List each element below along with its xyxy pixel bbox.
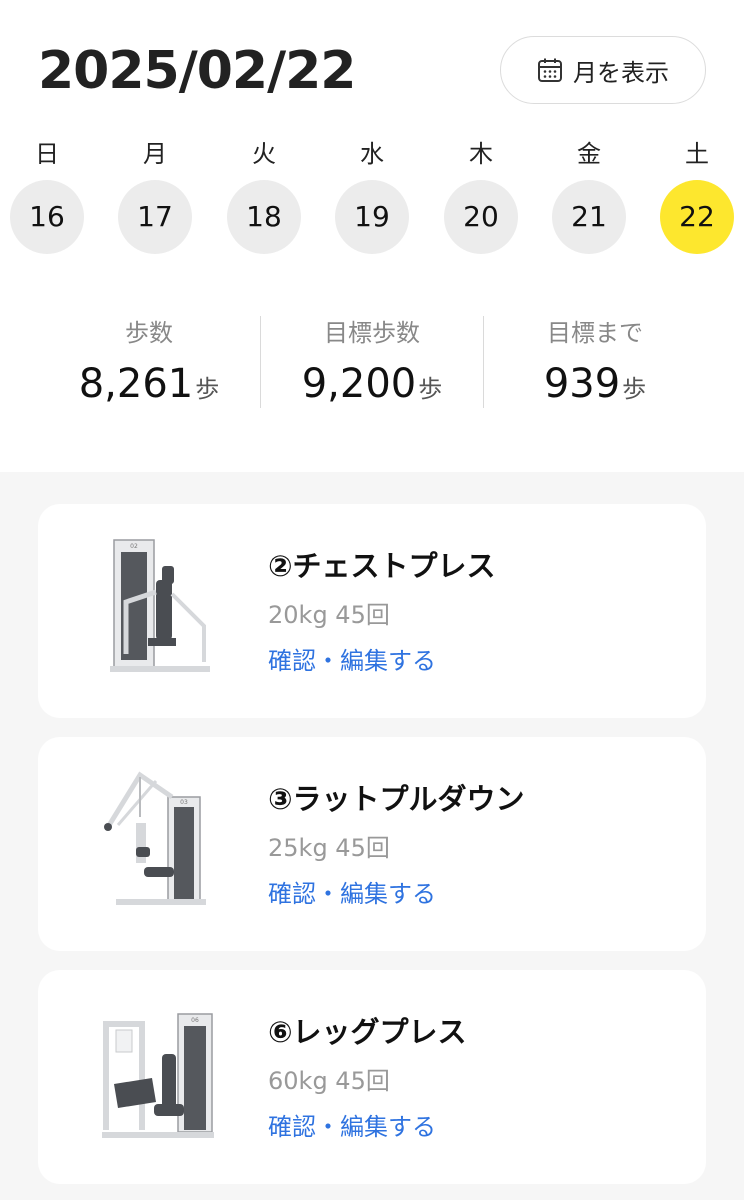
day-of-week-label: 火 <box>252 140 276 168</box>
stat-value: 939 <box>543 361 621 407</box>
week-selector: 日 16 月 17 火 18 水 19 木 20 金 21 土 22 <box>0 134 744 254</box>
day-sun[interactable]: 日 16 <box>10 134 84 254</box>
header-section: 2025/02/22 月を表示 日 16 月 17 火 18 水 19 木 20… <box>0 0 744 472</box>
day-number: 20 <box>444 180 518 254</box>
stat-steps: 歩数 8,261歩 <box>38 316 260 408</box>
chest-press-machine-image: 02 <box>110 539 210 672</box>
day-number: 18 <box>227 180 301 254</box>
day-number: 21 <box>552 180 626 254</box>
exercise-title: ⑥レッグプレス <box>268 1015 467 1049</box>
show-month-button[interactable]: 月を表示 <box>500 36 706 104</box>
svg-text:06: 06 <box>191 1017 199 1024</box>
day-number: 22 <box>660 180 734 254</box>
day-thu[interactable]: 木 20 <box>444 134 518 254</box>
exercise-card-lat-pulldown[interactable]: 03 ③ラットプルダウン 25kg 45回 確認・編集する <box>38 737 706 951</box>
page-title: 2025/02/22 <box>38 41 356 101</box>
day-of-week-label: 月 <box>143 140 167 168</box>
stat-unit: 歩 <box>418 375 443 403</box>
exercise-detail: 25kg 45回 <box>268 834 390 862</box>
day-of-week-label: 水 <box>360 140 384 168</box>
show-month-label: 月を表示 <box>573 58 669 87</box>
stat-unit: 歩 <box>622 375 647 403</box>
confirm-edit-link[interactable]: 確認・編集する <box>268 1110 436 1144</box>
exercise-detail: 60kg 45回 <box>268 1067 390 1095</box>
exercise-title: ②チェストプレス <box>268 549 496 583</box>
leg-press-machine-image: 06 <box>102 1013 214 1138</box>
day-mon[interactable]: 月 17 <box>118 134 192 254</box>
day-of-week-label: 木 <box>469 140 493 168</box>
exercise-card-leg-press[interactable]: 06 ⑥レッグプレス 60kg 45回 確認・編集する <box>38 970 706 1184</box>
day-fri[interactable]: 金 21 <box>552 134 626 254</box>
day-of-week-label: 日 <box>35 140 59 168</box>
stat-value: 8,261 <box>78 361 194 407</box>
day-number: 17 <box>118 180 192 254</box>
lat-pulldown-machine-image: 03 <box>104 771 206 905</box>
day-wed[interactable]: 水 19 <box>335 134 409 254</box>
stat-label: 目標まで <box>547 319 643 347</box>
stat-label: 目標歩数 <box>324 319 420 347</box>
confirm-edit-link[interactable]: 確認・編集する <box>268 644 436 678</box>
step-stats: 歩数 8,261歩 目標歩数 9,200歩 目標まで 939歩 <box>38 316 706 408</box>
stat-label: 歩数 <box>125 319 173 347</box>
day-sat-selected[interactable]: 土 22 <box>660 134 734 254</box>
day-of-week-label: 金 <box>577 140 601 168</box>
stat-value: 9,200 <box>301 361 417 407</box>
stat-unit: 歩 <box>195 375 220 403</box>
exercise-detail: 20kg 45回 <box>268 601 390 629</box>
day-number: 16 <box>10 180 84 254</box>
calendar-icon <box>538 58 562 82</box>
exercise-title: ③ラットプルダウン <box>268 782 525 816</box>
exercise-card-chest-press[interactable]: 02 ②チェストプレス 20kg 45回 確認・編集する <box>38 504 706 718</box>
svg-text:02: 02 <box>130 543 138 550</box>
svg-text:03: 03 <box>180 799 188 806</box>
confirm-edit-link[interactable]: 確認・編集する <box>268 877 436 911</box>
stat-goal-steps: 目標歩数 9,200歩 <box>261 316 483 408</box>
day-of-week-label: 土 <box>685 140 709 168</box>
day-tue[interactable]: 火 18 <box>227 134 301 254</box>
stat-remaining-steps: 目標まで 939歩 <box>484 316 706 408</box>
day-number: 19 <box>335 180 409 254</box>
